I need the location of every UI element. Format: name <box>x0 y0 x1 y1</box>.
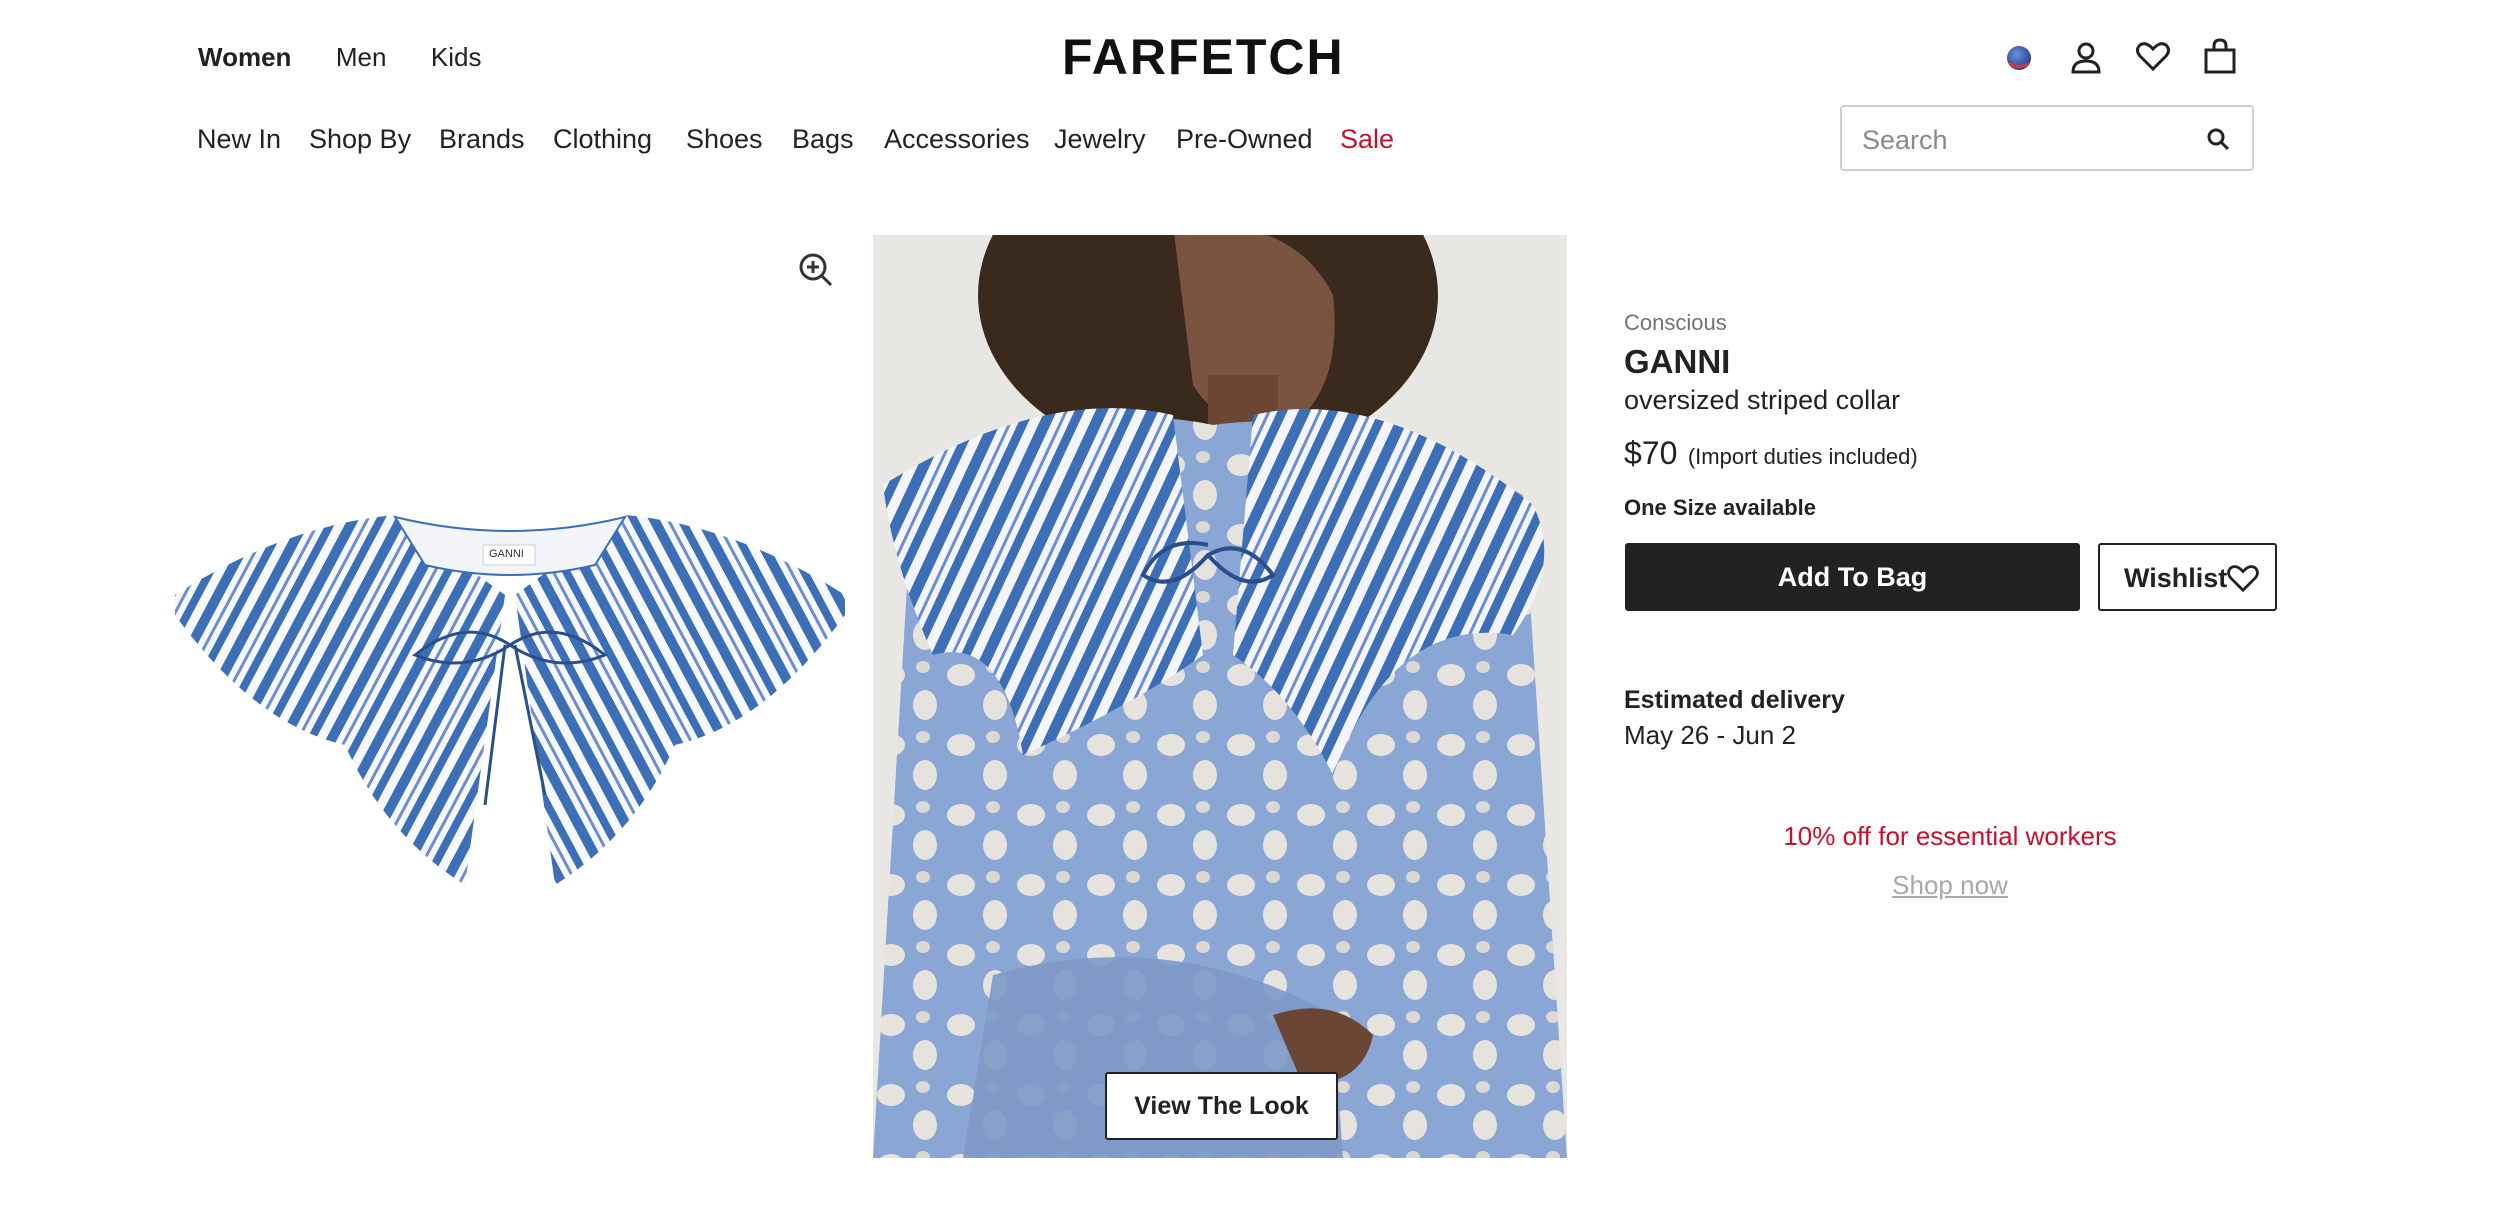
nav-pre-owned[interactable]: Pre-Owned <box>1176 124 1313 155</box>
nav-jewelry[interactable]: Jewelry <box>1054 124 1146 155</box>
collar-label-tag: GANNI <box>489 548 524 560</box>
nav-accessories[interactable]: Accessories <box>884 124 1030 155</box>
nav-bags[interactable]: Bags <box>792 124 854 155</box>
zoom-in-icon[interactable] <box>798 252 834 288</box>
tab-men[interactable]: Men <box>336 42 387 72</box>
size-availability: One Size available <box>1624 495 1816 520</box>
search-icon[interactable] <box>2206 127 2230 151</box>
wishlist-heart-icon[interactable] <box>2136 42 2170 72</box>
nav-new-in[interactable]: New In <box>197 124 281 155</box>
delivery-title: Estimated delivery <box>1624 686 1845 714</box>
nav-brands[interactable]: Brands <box>439 124 525 155</box>
wishlist-button[interactable]: Wishlist <box>2098 543 2277 611</box>
promo-text: 10% off for essential workers <box>1783 821 2117 851</box>
view-the-look-button[interactable]: View The Look <box>1105 1072 1338 1140</box>
heart-icon <box>2227 565 2259 593</box>
search-input[interactable] <box>1860 121 2184 159</box>
promo-shop-now-link[interactable]: Shop now <box>1624 870 2276 901</box>
tab-kids[interactable]: Kids <box>431 42 482 72</box>
site-logo[interactable]: FARFETCH <box>1062 28 1345 86</box>
nav-clothing[interactable]: Clothing <box>553 124 652 155</box>
product-name: oversized striped collar <box>1624 385 1901 415</box>
tab-women[interactable]: Women <box>198 42 291 72</box>
product-image-collar[interactable]: GANNI <box>165 505 855 895</box>
account-icon[interactable] <box>2069 40 2103 74</box>
nav-shoes[interactable]: Shoes <box>686 124 763 155</box>
product-image-model[interactable]: View The Look <box>873 235 1567 1158</box>
gender-tabs: Women Men Kids <box>198 42 521 73</box>
delivery-dates: May 26 - Jun 2 <box>1624 720 1796 750</box>
duties-note: (Import duties included) <box>1687 444 1918 469</box>
product-price: $70 <box>1624 435 1678 471</box>
shopping-bag-icon[interactable] <box>2203 38 2237 74</box>
flag-icon[interactable] <box>2007 46 2031 70</box>
product-price-row: $70 (Import duties included) <box>1624 435 1918 472</box>
add-to-bag-button[interactable]: Add To Bag <box>1625 543 2080 611</box>
nav-shop-by[interactable]: Shop By <box>309 124 411 155</box>
product-brand[interactable]: GANNI <box>1624 343 1730 381</box>
search-box <box>1840 105 2254 171</box>
conscious-tag[interactable]: Conscious <box>1624 310 1727 336</box>
nav-sale[interactable]: Sale <box>1340 124 1394 155</box>
wishlist-button-label: Wishlist <box>2124 563 2228 593</box>
